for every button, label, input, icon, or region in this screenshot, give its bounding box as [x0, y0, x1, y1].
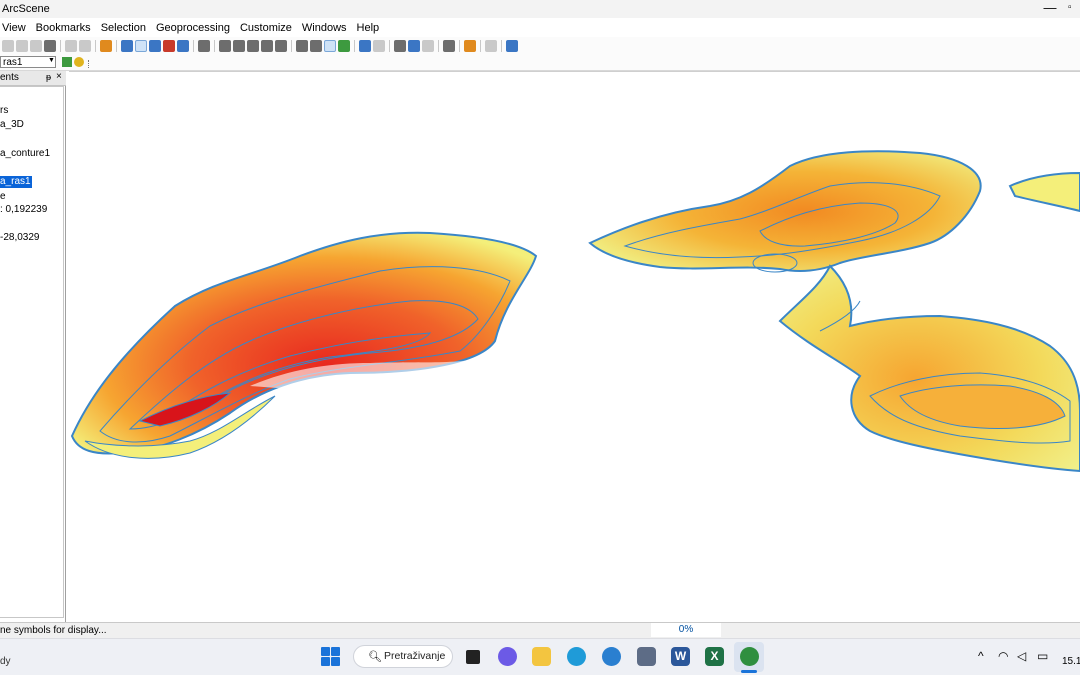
toc-layer-ras-selected[interactable]: a_ras1	[0, 176, 32, 188]
toolbar-separator	[291, 40, 292, 52]
add-layer-icon[interactable]	[100, 40, 112, 52]
arcscene-icon[interactable]	[740, 647, 759, 666]
toolbar-separator	[480, 40, 481, 52]
status-message: ne symbols for display...	[0, 625, 107, 636]
zoom-in-icon[interactable]	[296, 40, 308, 52]
select-elements-icon[interactable]	[394, 40, 406, 52]
zoom-out-icon[interactable]	[310, 40, 322, 52]
title-bar	[0, 0, 1080, 18]
animation-icon[interactable]	[74, 57, 84, 67]
clear-selection-icon[interactable]	[373, 40, 385, 52]
toolbar-separator	[354, 40, 355, 52]
toolbar-grip[interactable]	[88, 60, 93, 68]
html-popup-icon[interactable]	[422, 40, 434, 52]
search-placeholder: Pretraživanje	[384, 650, 446, 662]
status-bar	[0, 622, 1080, 638]
wifi-icon[interactable]: ◠	[998, 649, 1008, 663]
scene-properties-icon[interactable]	[121, 40, 133, 52]
word-icon[interactable]: W	[671, 647, 690, 666]
find-icon[interactable]	[443, 40, 455, 52]
copy-icon[interactable]	[16, 40, 28, 52]
pin-icon[interactable]: ᵽ	[46, 72, 51, 82]
close-icon[interactable]: ×	[56, 71, 62, 82]
catalog-icon[interactable]	[149, 40, 161, 52]
excel-icon[interactable]: X	[705, 647, 724, 666]
chevron-down-icon[interactable]: ▼	[48, 57, 55, 64]
volume-icon[interactable]: ◁	[1017, 649, 1026, 663]
toc-tree	[0, 86, 64, 618]
toolbar-separator	[501, 40, 502, 52]
toc-legend-low: -28,0329	[0, 232, 40, 243]
drawing-progress: 0%	[651, 623, 721, 637]
center-target-icon[interactable]	[247, 40, 259, 52]
file-explorer-icon[interactable]	[532, 647, 551, 666]
toc-layers-root[interactable]: rs	[0, 105, 8, 117]
menu-selection[interactable]: Selection	[96, 19, 151, 37]
battery-icon[interactable]: ▭	[1037, 649, 1048, 663]
menu-bar: View Bookmarks Selection Geoprocessing C…	[0, 19, 1080, 37]
toc-toggle-icon[interactable]	[135, 40, 147, 52]
undo-icon[interactable]	[65, 40, 77, 52]
toolbar-separator	[193, 40, 194, 52]
full-extent-icon[interactable]	[338, 40, 350, 52]
3d-effects-icon[interactable]	[506, 40, 518, 52]
add-data-icon[interactable]	[2, 40, 14, 52]
toc-layer-3d[interactable]: a_3D	[0, 119, 24, 131]
select-features-icon[interactable]	[359, 40, 371, 52]
upper-right-terrain	[588, 150, 1080, 273]
minimize-button[interactable]: —	[1040, 0, 1060, 18]
toc-legend-label: e	[0, 191, 6, 202]
standard-toolbar	[0, 37, 1080, 55]
task-view-icon[interactable]	[466, 650, 480, 664]
toc-legend-high: : 0,192239	[0, 204, 48, 215]
toolbar-separator	[389, 40, 390, 52]
viewer-icon[interactable]	[485, 40, 497, 52]
toolbar-separator	[95, 40, 96, 52]
navigate-icon[interactable]	[219, 40, 231, 52]
toolbar-separator	[459, 40, 460, 52]
edge-browser-icon[interactable]	[567, 647, 586, 666]
maximize-button[interactable]: ▫	[1068, 2, 1080, 14]
measure-icon[interactable]	[464, 40, 476, 52]
terrain-render	[70, 150, 1080, 473]
clock[interactable]: 15.12	[1062, 656, 1080, 667]
layer-toolbar	[0, 55, 1080, 71]
pan-icon[interactable]	[324, 40, 336, 52]
delete-icon[interactable]	[44, 40, 56, 52]
paste-icon[interactable]	[30, 40, 42, 52]
menu-help[interactable]: Help	[352, 19, 385, 37]
fly-icon[interactable]	[233, 40, 245, 52]
toolbox-icon[interactable]	[198, 40, 210, 52]
qgis-icon[interactable]	[602, 647, 621, 666]
toolbar-separator	[116, 40, 117, 52]
toc-title: ents	[0, 72, 19, 83]
menu-view[interactable]: View	[0, 19, 31, 37]
search-icon: 🔍︎	[368, 651, 382, 663]
calculator-icon[interactable]	[637, 647, 656, 666]
toc-layer-conture[interactable]: a_conture1	[0, 148, 50, 160]
menu-customize[interactable]: Customize	[235, 19, 297, 37]
toolbar-separator	[438, 40, 439, 52]
menu-windows[interactable]: Windows	[297, 19, 352, 37]
ready-status: dy	[0, 656, 11, 667]
windows-start-icon[interactable]	[321, 647, 340, 666]
layer-properties-icon[interactable]	[62, 57, 72, 67]
identify-icon[interactable]	[408, 40, 420, 52]
set-observer-icon[interactable]	[275, 40, 287, 52]
redo-icon[interactable]	[79, 40, 91, 52]
menu-geoprocessing[interactable]: Geoprocessing	[151, 19, 235, 37]
active-indicator	[741, 670, 757, 673]
left-terrain	[70, 231, 538, 459]
lower-right-terrain	[778, 264, 1080, 473]
search-window-icon[interactable]	[163, 40, 175, 52]
zoom-to-target-icon[interactable]	[261, 40, 273, 52]
menu-bookmarks[interactable]: Bookmarks	[31, 19, 96, 37]
window-title: ArcScene	[2, 3, 50, 15]
chevron-up-icon[interactable]: ^	[978, 649, 984, 663]
scene-view[interactable]	[69, 71, 1080, 622]
toolbar-separator	[214, 40, 215, 52]
toolbar-separator	[60, 40, 61, 52]
chat-icon[interactable]	[498, 647, 517, 666]
model-builder-icon[interactable]	[177, 40, 189, 52]
